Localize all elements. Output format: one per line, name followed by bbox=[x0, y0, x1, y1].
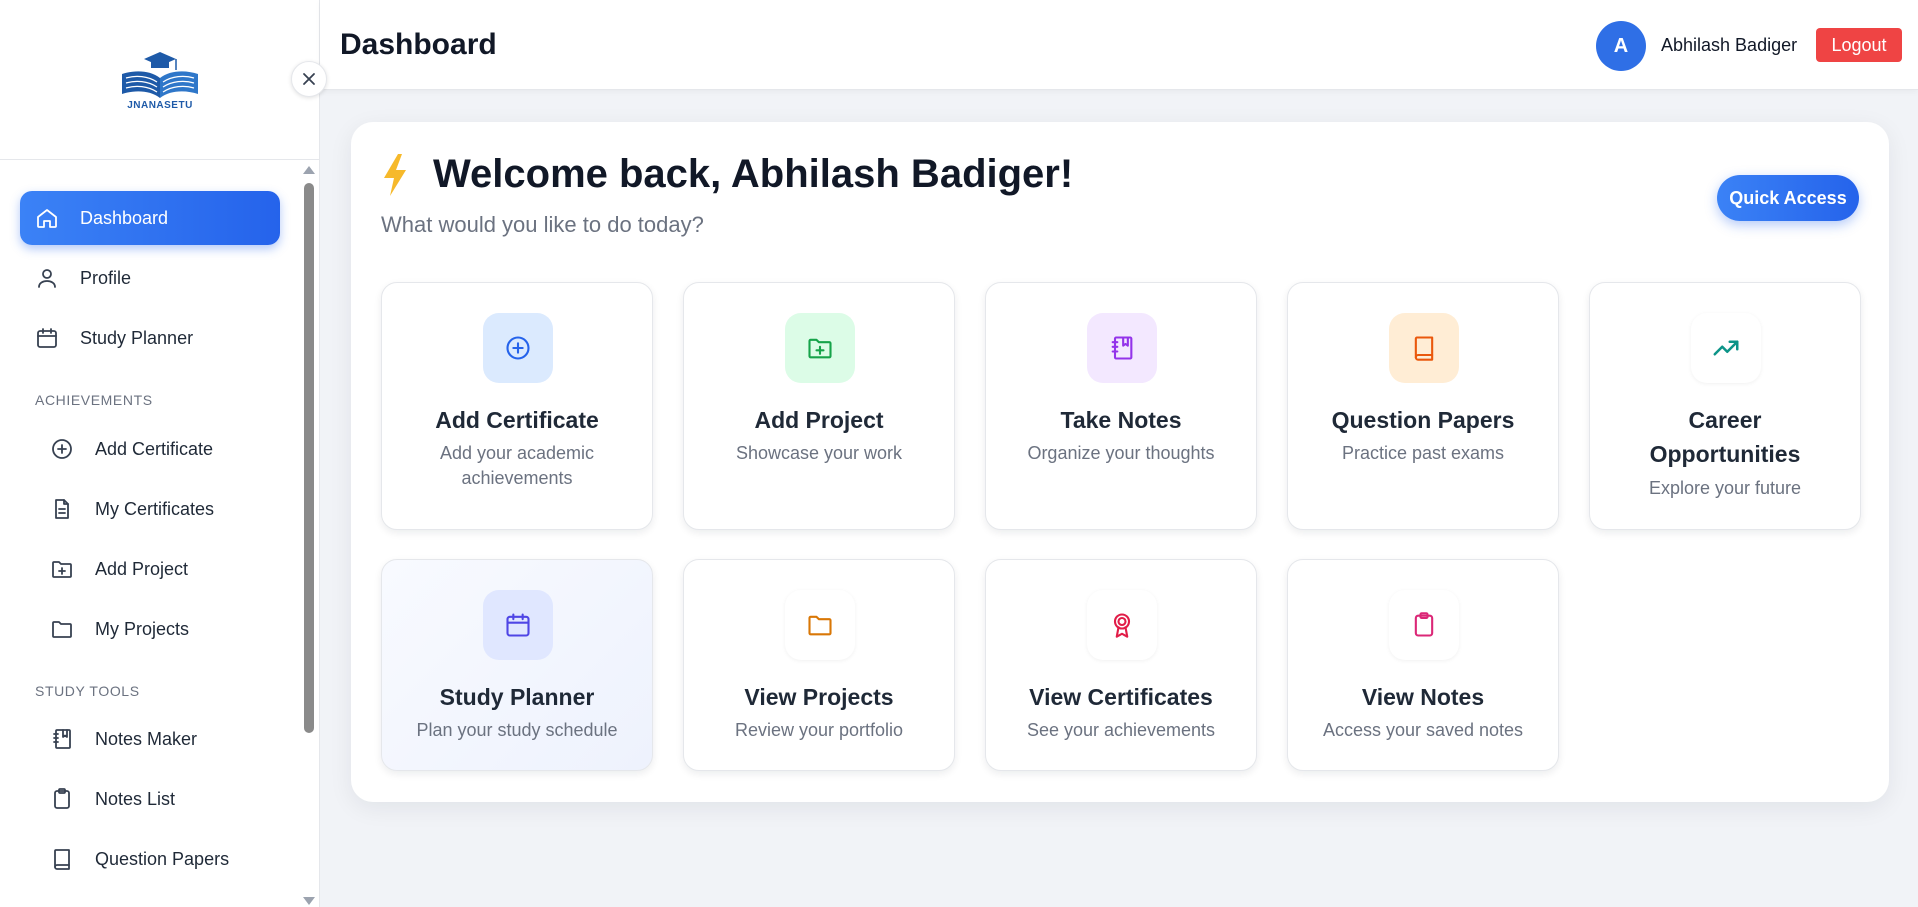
sidebar-item-add-certificate[interactable]: Add Certificate bbox=[35, 422, 280, 476]
lightning-bolt-icon bbox=[384, 154, 406, 196]
sidebar-item-label: Notes List bbox=[95, 788, 176, 809]
tile-description: Access your saved notes bbox=[1322, 720, 1524, 740]
plus-circle-icon bbox=[483, 313, 553, 383]
award-icon bbox=[1087, 590, 1157, 660]
section-label-achievements: ACHIEVEMENTS bbox=[35, 392, 153, 408]
tile-title: View Projects bbox=[744, 684, 894, 710]
logo-text: JNANASETU bbox=[127, 100, 193, 111]
clipboard-icon bbox=[49, 786, 75, 812]
welcome-heading: Welcome back, Abhilash Badiger! bbox=[433, 152, 1074, 196]
document-icon bbox=[49, 496, 75, 522]
tile-title: Add Project bbox=[754, 407, 884, 433]
tile-description: Showcase your work bbox=[735, 443, 903, 463]
logo-area: JNANASETU bbox=[0, 0, 320, 160]
page-title: Dashboard bbox=[340, 28, 497, 61]
tile-title: Career Opportunities bbox=[1649, 407, 1801, 467]
sidebar-nav: Dashboard Profile Study Planner ACHIEVEM… bbox=[0, 160, 300, 907]
tile-description: Add your academic achievements bbox=[439, 443, 595, 488]
section-label-study-tools: STUDY TOOLS bbox=[35, 683, 140, 699]
book-icon bbox=[1389, 313, 1459, 383]
sidebar-item-notes-maker[interactable]: Notes Maker bbox=[35, 712, 280, 766]
top-bar: Dashboard A Abhilash Badiger Logout bbox=[320, 0, 1918, 90]
sidebar-item-label: Add Project bbox=[95, 558, 189, 579]
sidebar-scrollbar-thumb[interactable] bbox=[304, 183, 314, 733]
tile-description: Explore your future bbox=[1648, 478, 1802, 498]
trending-up-icon bbox=[1691, 313, 1761, 383]
close-sidebar-button[interactable] bbox=[291, 61, 327, 97]
folder-plus-icon bbox=[49, 556, 75, 582]
tile-title: Take Notes bbox=[1060, 407, 1182, 433]
tile-title: View Notes bbox=[1361, 684, 1485, 710]
notebook-icon bbox=[49, 726, 75, 752]
tile-description: Practice past exams bbox=[1341, 443, 1505, 463]
folder-icon bbox=[49, 616, 75, 642]
sidebar-item-label: Question Papers bbox=[95, 848, 230, 869]
user-icon bbox=[34, 265, 60, 291]
calendar-icon bbox=[483, 590, 553, 660]
tile-title: Question Papers bbox=[1331, 407, 1515, 433]
sidebar-item-notes-list[interactable]: Notes List bbox=[35, 772, 280, 826]
tile-description: Organize your thoughts bbox=[1027, 443, 1215, 463]
home-icon bbox=[34, 205, 60, 231]
sidebar-item-label: Add Certificate bbox=[95, 438, 214, 459]
avatar[interactable]: A bbox=[1596, 21, 1646, 71]
tile-view-projects[interactable]: View Projects Review your portfolio bbox=[683, 559, 955, 771]
tile-view-certificates[interactable]: View Certificates See your achievements bbox=[985, 559, 1257, 771]
tile-title: View Certificates bbox=[1029, 684, 1213, 710]
tile-question-papers[interactable]: Question Papers Practice past exams bbox=[1287, 282, 1559, 530]
tile-study-planner[interactable]: Study Planner Plan your study schedule bbox=[381, 559, 653, 771]
logout-button[interactable]: Logout bbox=[1816, 28, 1902, 62]
sidebar-item-my-projects[interactable]: My Projects bbox=[35, 602, 280, 656]
sidebar-item-study-planner[interactable]: Study Planner bbox=[20, 311, 280, 365]
folder-icon bbox=[785, 590, 855, 660]
sidebar-item-profile[interactable]: Profile bbox=[20, 251, 280, 305]
sidebar-item-question-papers[interactable]: Question Papers bbox=[35, 832, 280, 886]
tile-take-notes[interactable]: Take Notes Organize your thoughts bbox=[985, 282, 1257, 530]
folder-plus-icon bbox=[785, 313, 855, 383]
welcome-card: Welcome back, Abhilash Badiger! What wou… bbox=[351, 122, 1889, 802]
sidebar: JNANASETU Dashboard Profile Study Planne… bbox=[0, 0, 320, 907]
sidebar-item-label: Notes Maker bbox=[95, 728, 198, 749]
close-icon bbox=[303, 73, 315, 85]
sidebar-item-label: My Certificates bbox=[95, 498, 215, 519]
tile-description: See your achievements bbox=[1026, 720, 1216, 740]
username: Abhilash Badiger bbox=[1661, 35, 1798, 55]
sidebar-item-add-project[interactable]: Add Project bbox=[35, 542, 280, 596]
plus-circle-icon bbox=[49, 436, 75, 462]
sidebar-item-label: Study Planner bbox=[80, 327, 194, 348]
sidebar-item-label: Dashboard bbox=[80, 207, 169, 228]
tile-description: Review your portfolio bbox=[734, 720, 904, 740]
quick-access-button[interactable]: Quick Access bbox=[1717, 175, 1859, 221]
calendar-icon bbox=[34, 325, 60, 351]
welcome-subtitle: What would you like to do today? bbox=[381, 212, 704, 237]
tile-add-certificate[interactable]: Add Certificate Add your academic achiev… bbox=[381, 282, 653, 530]
clipboard-icon bbox=[1389, 590, 1459, 660]
tile-career-opportunities[interactable]: Career Opportunities Explore your future bbox=[1589, 282, 1861, 530]
tile-title: Study Planner bbox=[439, 684, 595, 710]
sidebar-item-dashboard[interactable]: Dashboard bbox=[20, 191, 280, 245]
tile-view-notes[interactable]: View Notes Access your saved notes bbox=[1287, 559, 1559, 771]
scroll-up-arrow-icon[interactable] bbox=[303, 166, 315, 174]
tile-title: Add Certificate bbox=[435, 407, 599, 433]
tile-description: Plan your study schedule bbox=[416, 720, 618, 740]
notebook-icon bbox=[1087, 313, 1157, 383]
sidebar-item-my-certificates[interactable]: My Certificates bbox=[35, 482, 280, 536]
tile-add-project[interactable]: Add Project Showcase your work bbox=[683, 282, 955, 530]
scroll-down-arrow-icon[interactable] bbox=[303, 897, 315, 905]
book-icon bbox=[49, 846, 75, 872]
sidebar-item-label: Profile bbox=[80, 267, 132, 288]
sidebar-item-label: My Projects bbox=[95, 618, 190, 639]
